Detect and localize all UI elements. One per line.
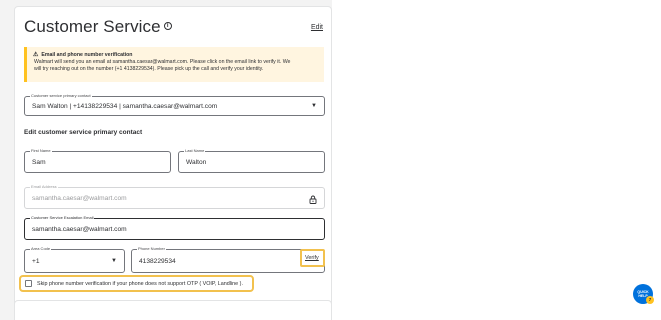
primary-contact-label: Customer service primary contact <box>30 93 92 98</box>
primary-contact-select[interactable]: Customer service primary contact Sam Wal… <box>24 93 325 116</box>
last-name-value: Walton <box>186 159 207 166</box>
escalation-email-label: Customer Service Escalation Email <box>30 215 95 220</box>
first-name-value: Sam <box>32 159 46 166</box>
email-label: Email Address <box>30 184 58 189</box>
skip-verification-option[interactable]: Skip phone number verification if your p… <box>19 275 254 292</box>
edit-section-heading: Edit customer service primary contact <box>24 129 143 136</box>
skip-verification-checkbox[interactable] <box>25 280 32 287</box>
phone-number-label: Phone Number <box>137 246 166 251</box>
page-title: Customer Service <box>24 17 161 36</box>
chevron-down-icon: ▼ <box>311 103 317 109</box>
verify-button[interactable]: Verify <box>300 249 325 267</box>
alert-title: Email and phone number verification <box>41 52 133 58</box>
area-code-select[interactable]: Area Code +1 ▼ <box>24 246 125 273</box>
right-panel <box>332 0 661 320</box>
email-value: samantha.caesar@walmart.com <box>32 195 127 202</box>
alert-body-line-1: Walmart will send you an email at samant… <box>34 59 291 65</box>
escalation-email-field[interactable]: Customer Service Escalation Email samant… <box>24 215 325 240</box>
quick-help-button[interactable]: QUICK HELP 7 <box>633 284 654 304</box>
verification-alert: ⚠ Email and phone number verification Wal… <box>24 47 324 82</box>
phone-number-value: 4138229534 <box>139 258 176 265</box>
last-name-field[interactable]: Last Name Walton <box>178 148 325 173</box>
next-card <box>14 300 332 320</box>
verify-link[interactable]: Verify <box>305 255 319 261</box>
first-name-field[interactable]: First Name Sam <box>24 148 171 173</box>
first-name-label: First Name <box>30 148 52 153</box>
chevron-down-icon: ▼ <box>111 258 117 264</box>
escalation-email-value: samantha.caesar@walmart.com <box>32 226 127 233</box>
email-field: Email Address samantha.caesar@walmart.co… <box>24 184 325 209</box>
info-icon[interactable]: i <box>163 21 172 30</box>
last-name-label: Last Name <box>184 148 206 153</box>
edit-link[interactable]: Edit <box>311 24 323 31</box>
lock-icon <box>309 195 317 204</box>
area-code-value: +1 <box>32 258 40 265</box>
warning-icon: ⚠ <box>33 52 39 58</box>
skip-verification-label: Skip phone number verification if your p… <box>37 280 243 287</box>
customer-service-card: Customer Service i Edit ⚠ Email and phone … <box>14 6 332 314</box>
card-header: Customer Service i Edit <box>24 17 323 41</box>
area-code-label: Area Code <box>30 246 52 251</box>
primary-contact-value: Sam Walton | +14138229534 | samantha.cae… <box>32 103 218 110</box>
alert-body-line-2: will try reaching out on the number (+1 … <box>34 66 264 72</box>
quick-help-badge: 7 <box>646 296 654 304</box>
phone-number-field[interactable]: Phone Number 4138229534 <box>131 246 325 273</box>
